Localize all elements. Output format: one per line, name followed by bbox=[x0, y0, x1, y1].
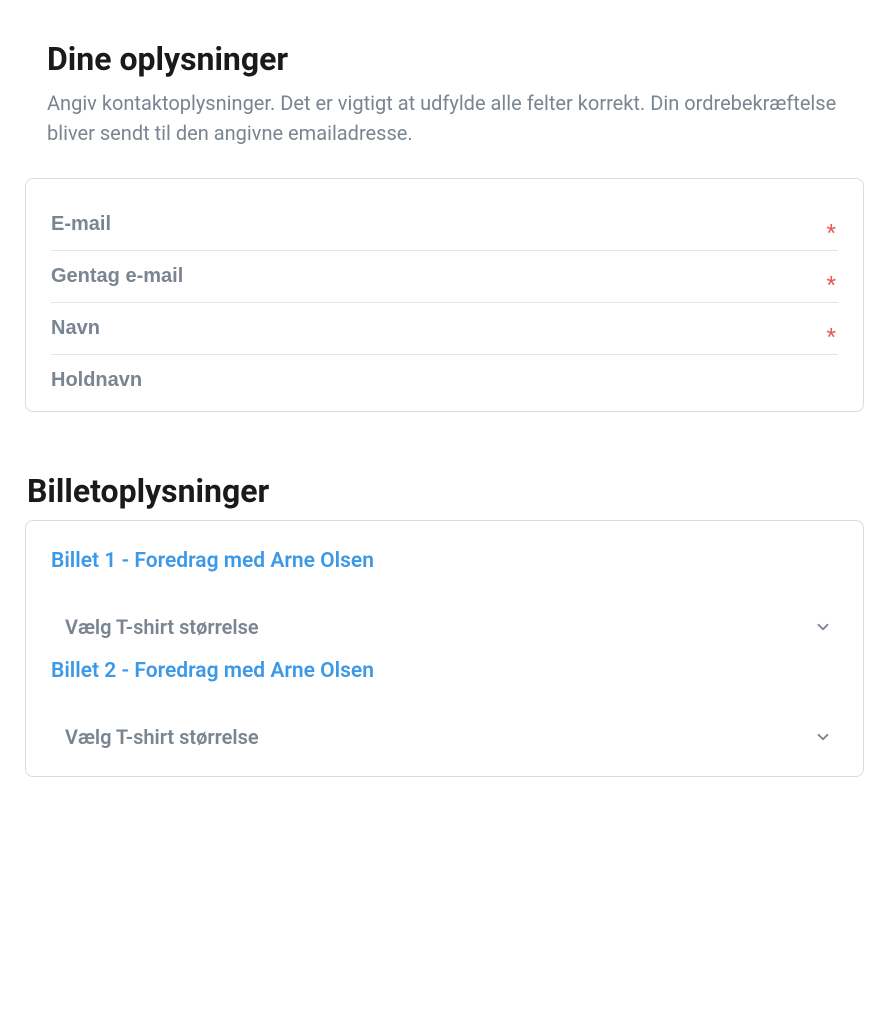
ticket-block: Billet 2 - Foredrag med Arne Olsen Vælg … bbox=[51, 659, 838, 761]
name-field-wrapper: * bbox=[51, 303, 838, 355]
contact-info-description: Angiv kontaktoplysninger. Det er vigtigt… bbox=[25, 88, 864, 148]
contact-info-heading: Dine oplysninger bbox=[25, 40, 864, 78]
ticket-block: Billet 1 - Foredrag med Arne Olsen Vælg … bbox=[51, 549, 838, 651]
email-field[interactable] bbox=[51, 213, 838, 236]
required-indicator-icon: * bbox=[827, 273, 836, 298]
chevron-down-icon bbox=[814, 618, 832, 636]
ticket-info-heading: Billetoplysninger bbox=[25, 472, 864, 510]
tshirt-size-select[interactable]: Vælg T-shirt størrelse bbox=[51, 603, 838, 651]
select-placeholder: Vælg T-shirt størrelse bbox=[51, 615, 259, 639]
tshirt-size-select[interactable]: Vælg T-shirt størrelse bbox=[51, 713, 838, 761]
name-field[interactable] bbox=[51, 317, 838, 340]
team-name-field[interactable] bbox=[51, 369, 838, 392]
required-indicator-icon: * bbox=[827, 325, 836, 350]
select-placeholder: Vælg T-shirt størrelse bbox=[51, 725, 259, 749]
required-indicator-icon: * bbox=[827, 221, 836, 246]
repeat-email-field-wrapper: * bbox=[51, 251, 838, 303]
ticket-label: Billet 2 - Foredrag med Arne Olsen bbox=[51, 659, 838, 683]
repeat-email-field[interactable] bbox=[51, 265, 838, 288]
chevron-down-icon bbox=[814, 728, 832, 746]
ticket-label: Billet 1 - Foredrag med Arne Olsen bbox=[51, 549, 838, 573]
contact-info-panel: * * * bbox=[25, 178, 864, 412]
ticket-info-panel: Billet 1 - Foredrag med Arne Olsen Vælg … bbox=[25, 520, 864, 777]
team-name-field-wrapper bbox=[51, 355, 838, 406]
email-field-wrapper: * bbox=[51, 199, 838, 251]
